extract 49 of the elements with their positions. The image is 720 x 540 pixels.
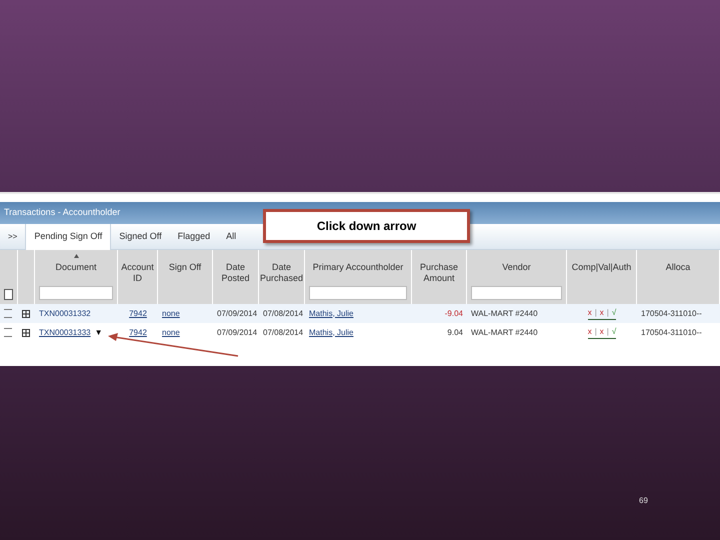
expand-icon[interactable] bbox=[22, 328, 30, 336]
table-cell-text: 07/09/2014 bbox=[216, 326, 258, 338]
callout-text: Click down arrow bbox=[316, 218, 416, 235]
column-header[interactable]: Sign Off bbox=[168, 262, 202, 273]
table-cell-text: 170504-311010-- bbox=[640, 308, 703, 320]
account-id-link[interactable]: 7942 bbox=[129, 326, 147, 338]
expand-icon[interactable] bbox=[22, 310, 30, 318]
expand-toggle[interactable]: >> bbox=[0, 224, 26, 249]
column-header[interactable]: Comp|Val|Auth bbox=[572, 262, 632, 273]
column-header[interactable]: Alloca bbox=[666, 262, 690, 273]
table-cell-text: 07/08/2014 bbox=[262, 308, 304, 320]
amount-text: -9.04 bbox=[444, 308, 463, 320]
dropdown-arrow[interactable]: ▼ bbox=[94, 326, 103, 338]
column-header[interactable]: Date Purchased bbox=[260, 262, 304, 284]
table-cell-text: 07/08/2014 bbox=[262, 326, 304, 338]
filter-field[interactable] bbox=[309, 286, 407, 300]
column-header[interactable]: Account ID bbox=[121, 262, 154, 284]
column-header[interactable]: Date Posted bbox=[217, 262, 254, 284]
sign-off-link[interactable]: none bbox=[162, 326, 180, 338]
tab[interactable]: All bbox=[218, 224, 244, 249]
tab[interactable]: Flagged bbox=[170, 224, 218, 249]
page-number: 69 bbox=[639, 495, 648, 507]
column-header[interactable]: Document bbox=[55, 262, 97, 273]
tab[interactable]: Pending Sign Off bbox=[25, 224, 112, 250]
column-header[interactable]: Purchase Amount bbox=[416, 262, 462, 284]
status-checks-link[interactable]: x | x | √ bbox=[588, 307, 616, 320]
column-header[interactable]: Vendor bbox=[502, 262, 531, 273]
document-link[interactable]: TXN00031332 bbox=[39, 308, 91, 320]
filter-field[interactable] bbox=[471, 286, 562, 300]
table-cell-text: WAL-MART #2440 bbox=[470, 308, 539, 320]
row-checkbox[interactable] bbox=[4, 309, 12, 318]
status-checks-link[interactable]: x | x | √ bbox=[588, 326, 616, 339]
amount-text: 9.04 bbox=[447, 326, 463, 338]
filter-field[interactable] bbox=[39, 286, 113, 300]
sign-off-link[interactable]: none bbox=[162, 308, 180, 320]
account-id-link[interactable]: 7942 bbox=[129, 308, 147, 320]
accountholder-link[interactable]: Mathis, Julie bbox=[309, 326, 354, 338]
table-cell-text: WAL-MART #2440 bbox=[470, 326, 539, 338]
document-link[interactable]: TXN00031333 bbox=[39, 326, 91, 338]
tab[interactable]: Signed Off bbox=[111, 224, 170, 249]
sort-ascending-icon bbox=[74, 254, 78, 258]
table-cell-text: 07/09/2014 bbox=[216, 308, 258, 320]
window-title: Transactions - Accountholder bbox=[4, 206, 120, 220]
table-row[interactable]: TXN00031332 7942 none 07/09/2014 07/08/2014 Mathis, Julie -9.04 WAL-MART #2440 x | x | √ 170504-311010-- bbox=[0, 304, 720, 323]
select-all-checkbox[interactable] bbox=[4, 289, 13, 300]
column-header[interactable]: Primary Accountholder bbox=[312, 262, 404, 273]
row-checkbox[interactable] bbox=[4, 328, 12, 337]
accountholder-link[interactable]: Mathis, Julie bbox=[309, 308, 354, 320]
table-cell-text: 170504-311010-- bbox=[640, 326, 703, 338]
